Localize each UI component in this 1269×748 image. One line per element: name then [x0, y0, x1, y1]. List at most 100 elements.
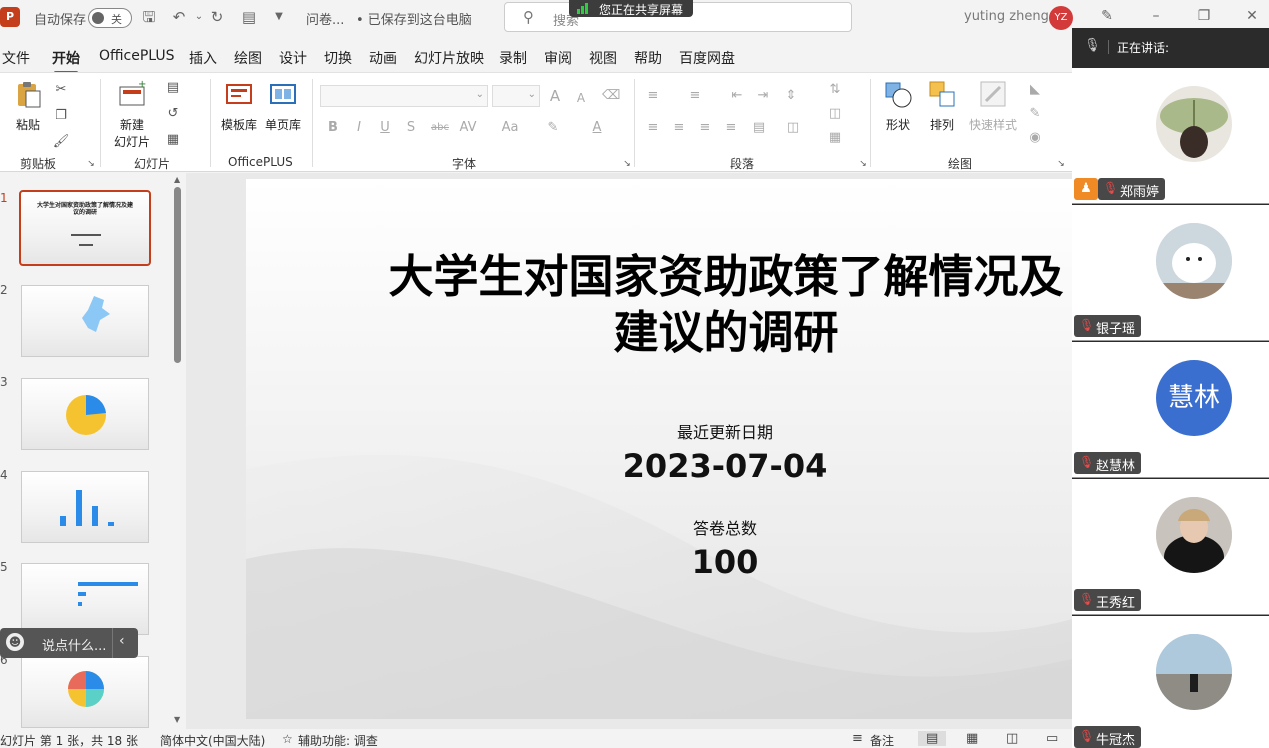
notes-icon[interactable]: ≡ — [852, 731, 863, 746]
user-avatar[interactable]: YZ — [1049, 6, 1073, 30]
scroll-thumb[interactable] — [174, 187, 181, 363]
response-count-label[interactable]: 答卷总数 — [575, 515, 875, 539]
bullets-icon[interactable]: ≡ — [644, 87, 662, 105]
columns-icon[interactable]: ◫ — [784, 119, 802, 137]
pen-icon[interactable]: ✎ — [1099, 8, 1115, 24]
section-icon[interactable]: ▦ — [164, 131, 182, 149]
line-spacing-icon[interactable]: ⇕ — [782, 87, 800, 105]
new-slide-button[interactable]: + 新建 幻灯片 — [106, 79, 158, 150]
shape-fill-icon[interactable]: ◣ — [1026, 81, 1044, 99]
language-status[interactable]: 简体中文(中国大陆) — [160, 732, 265, 748]
slide-thumbnail-2[interactable] — [21, 285, 149, 357]
tab-officeplus[interactable]: OfficePLUS — [99, 48, 175, 64]
cut-icon[interactable]: ✂ — [52, 81, 70, 99]
tab-animations[interactable]: 动画 — [369, 48, 397, 68]
format-painter-icon[interactable]: 🖌 — [52, 133, 70, 151]
tab-transitions[interactable]: 切换 — [324, 48, 352, 68]
scroll-up-icon[interactable]: ▲ — [174, 175, 180, 184]
character-spacing-icon[interactable]: AV — [456, 119, 480, 137]
font-name-combo[interactable]: ⌄ — [320, 85, 488, 107]
slide-sorter-icon[interactable]: ▦ — [966, 731, 978, 746]
single-page-library-button[interactable]: 单页库 — [262, 79, 304, 133]
slide-thumbnail-3[interactable] — [21, 378, 149, 450]
highlight-icon[interactable]: ✎ — [544, 119, 562, 137]
accessibility-status[interactable]: 辅助功能: 调查 — [298, 732, 378, 748]
copy-icon[interactable]: ❐ — [52, 107, 70, 125]
shape-effects-icon[interactable]: ◉ — [1026, 129, 1044, 147]
participant-tile[interactable]: 慧林 🎙 赵慧林 — [1072, 342, 1269, 478]
tab-draw[interactable]: 绘图 — [234, 48, 262, 68]
layout-icon[interactable]: ▤ — [164, 79, 182, 97]
update-date-value[interactable]: 2023-07-04 — [575, 447, 875, 485]
minimize-icon[interactable]: – — [1148, 8, 1164, 24]
text-shadow-icon[interactable]: S — [402, 119, 420, 137]
tab-insert[interactable]: 插入 — [189, 48, 217, 68]
tab-home[interactable]: 开始 — [52, 48, 80, 74]
slide-thumbnail-5[interactable] — [21, 563, 149, 635]
align-right-icon[interactable]: ≡ — [696, 119, 714, 137]
italic-icon[interactable]: I — [350, 119, 368, 137]
emoji-icon[interactable]: ☻ — [6, 633, 24, 651]
accessibility-icon[interactable]: ☆ — [282, 732, 293, 746]
update-date-label[interactable]: 最近更新日期 — [575, 419, 875, 443]
participant-tile[interactable]: 🎙 银子瑶 — [1072, 205, 1269, 341]
tab-design[interactable]: 设计 — [279, 48, 307, 68]
arrange-button[interactable]: 排列 — [922, 79, 962, 133]
tab-slideshow[interactable]: 幻灯片放映 — [414, 48, 484, 68]
align-center-icon[interactable]: ≡ — [670, 119, 688, 137]
slideshow-view-icon[interactable]: ▭ — [1046, 731, 1058, 746]
thumbnail-scrollbar[interactable]: ▲ ▼ — [172, 173, 184, 729]
shapes-button[interactable]: 形状 — [878, 79, 918, 133]
template-library-button[interactable]: 模板库 — [218, 79, 260, 133]
save-icon[interactable]: 🖫 — [140, 8, 158, 26]
font-size-combo[interactable]: ⌄ — [492, 85, 540, 107]
participant-tile[interactable]: ♟ 🎙 郑雨婷 — [1072, 68, 1269, 204]
align-left-icon[interactable]: ≡ — [644, 119, 662, 137]
save-status[interactable]: • 已保存到这台电脑 — [356, 9, 472, 28]
response-count-value[interactable]: 100 — [575, 543, 875, 581]
autosave-toggle[interactable]: 关 — [88, 8, 132, 28]
slide-thumbnail-6[interactable] — [21, 656, 149, 728]
tab-record[interactable]: 录制 — [499, 48, 527, 68]
tab-file[interactable]: 文件 — [2, 48, 30, 68]
undo-dropdown-icon[interactable]: ⌄ — [190, 8, 208, 26]
quick-styles-button[interactable]: 快速样式 — [966, 79, 1020, 133]
smartart-icon[interactable]: ▦ — [826, 129, 844, 147]
bold-icon[interactable]: B — [324, 119, 342, 137]
normal-view-icon[interactable]: ▤ — [918, 731, 947, 746]
reset-icon[interactable]: ↺ — [164, 105, 182, 123]
clear-format-icon[interactable]: ⌫ — [602, 87, 620, 105]
scroll-down-icon[interactable]: ▼ — [174, 715, 180, 724]
notes-button[interactable]: 备注 — [870, 732, 894, 748]
shape-outline-icon[interactable]: ✎ — [1026, 105, 1044, 123]
dialog-launcher-icon[interactable]: ↘ — [82, 155, 100, 173]
numbering-icon[interactable]: ≡ — [686, 87, 704, 105]
decrease-indent-icon[interactable]: ⇤ — [728, 87, 746, 105]
undo-icon[interactable]: ↶ — [170, 8, 188, 26]
customize-icon[interactable]: ▼ — [270, 8, 288, 26]
text-direction-icon[interactable]: ⇅ — [826, 81, 844, 99]
shrink-font-icon[interactable]: A — [572, 89, 590, 107]
close-icon[interactable]: ✕ — [1244, 8, 1260, 24]
present-icon[interactable]: ▤ — [240, 8, 258, 26]
slide-title[interactable]: 大学生对国家资助政策了解情况及 建议的调研 — [326, 249, 1072, 361]
font-color-icon[interactable]: A — [588, 119, 606, 137]
restore-icon[interactable]: ❐ — [1196, 8, 1212, 24]
tab-help[interactable]: 帮助 — [634, 48, 662, 68]
strikethrough-icon[interactable]: abc — [428, 119, 452, 137]
redo-icon[interactable]: ↻ — [208, 8, 226, 26]
change-case-icon[interactable]: Aa — [498, 119, 522, 137]
document-name[interactable]: 问卷... — [306, 9, 344, 28]
tab-review[interactable]: 审阅 — [544, 48, 572, 68]
user-name[interactable]: yuting zheng — [964, 9, 1049, 24]
tab-baidu-netdisk[interactable]: 百度网盘 — [679, 48, 735, 68]
collapse-chevron-icon[interactable]: ‹ — [119, 633, 125, 649]
chat-input-box[interactable]: ☻ 说点什么... ‹ — [0, 628, 138, 658]
justify-icon[interactable]: ≡ — [722, 119, 740, 137]
slide-thumbnail-1[interactable]: 大学生对国家资助政策了解情况及建议的调研 — [19, 190, 151, 266]
tab-view[interactable]: 视图 — [589, 48, 617, 68]
underline-icon[interactable]: U — [376, 119, 394, 137]
participant-tile[interactable]: 🎙 王秀红 — [1072, 479, 1269, 615]
distributed-icon[interactable]: ▤ — [750, 119, 768, 137]
align-text-icon[interactable]: ◫ — [826, 105, 844, 123]
